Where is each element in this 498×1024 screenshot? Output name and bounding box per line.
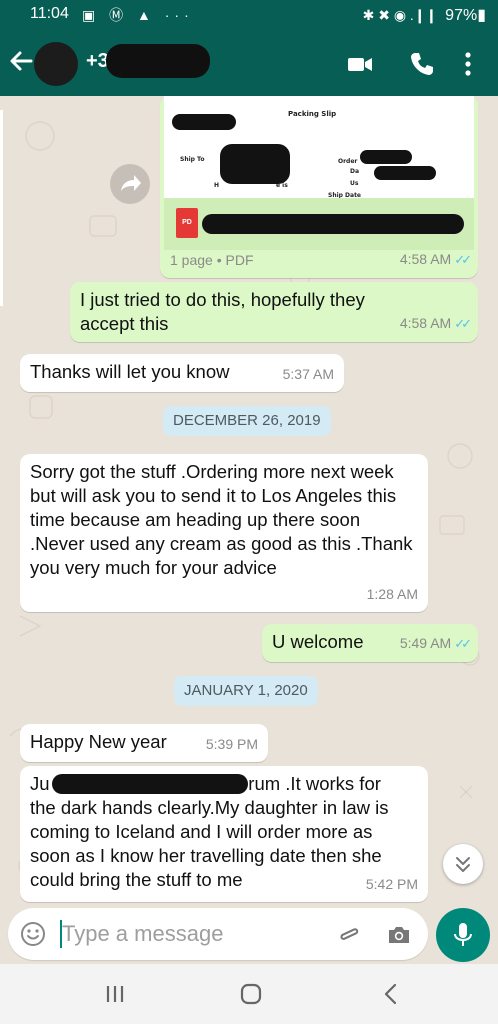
incoming-message[interactable]: Thanks will let you know 5:37 AM	[20, 354, 344, 392]
emoji-icon[interactable]	[20, 921, 46, 947]
outgoing-message[interactable]: U welcome 5:49 AM ✓✓	[262, 624, 478, 662]
message-text: Ju	[30, 773, 50, 794]
contact-avatar[interactable]	[34, 42, 78, 86]
message-meta: 4:58 AM ✓✓	[399, 247, 472, 272]
home-icon[interactable]	[236, 980, 266, 1008]
double-chevron-down-icon	[456, 857, 470, 872]
redaction-mark	[106, 44, 210, 78]
chat-area[interactable]: Packing Slip Ship To Order Da Us Ship Da…	[0, 96, 498, 906]
message-time: 5:39 PM	[205, 736, 258, 752]
message-time: 4:58 AM	[399, 251, 452, 267]
message-meta: 4:58 AM ✓✓	[399, 311, 472, 336]
message-text: U welcome	[272, 631, 364, 652]
redaction-mark	[52, 774, 248, 794]
pdf-label: Ship To	[180, 156, 205, 163]
incoming-message[interactable]: Sorry got the stuff .Ordering more next …	[20, 454, 428, 612]
text-cursor	[60, 920, 62, 948]
read-receipt-icon: ✓✓	[454, 316, 472, 331]
more-options-icon[interactable]	[458, 50, 478, 78]
pdf-file-bar[interactable]: PD	[164, 198, 474, 250]
chat-header: +3 51	[0, 30, 498, 96]
pdf-preview[interactable]: Packing Slip Ship To Order Da Us Ship Da…	[164, 96, 474, 198]
read-receipt-icon: ✓✓	[454, 636, 472, 651]
date-separator: JANUARY 1, 2020	[174, 676, 318, 706]
forward-arrow-icon	[121, 175, 141, 191]
status-bar: 11:04 ▣ Ⓜ ▲ ··· ✱ ✖ ◉ .❙❙ 97%▮	[0, 0, 498, 30]
message-text: the dark hands clearly.My daughter in la…	[30, 797, 389, 890]
system-navigation-bar	[0, 964, 498, 1024]
message-time: 4:58 AM	[399, 315, 452, 331]
pdf-message-bubble[interactable]: Packing Slip Ship To Order Da Us Ship Da…	[160, 96, 478, 278]
date-separator: DECEMBER 26, 2019	[163, 406, 331, 436]
video-call-icon[interactable]	[346, 50, 374, 78]
message-time: 5:42 PM	[365, 876, 418, 892]
back-nav-icon[interactable]	[376, 980, 406, 1008]
status-time: 11:04	[30, 5, 69, 22]
outgoing-message[interactable]: I just tried to do this, hopefully they …	[70, 282, 478, 342]
microphone-button[interactable]	[436, 908, 490, 962]
system-icons: ✱ ✖ ◉ .❙❙ 97%▮	[363, 5, 486, 25]
pdf-file-icon: PD	[176, 208, 198, 238]
message-text: Thanks will let you know	[30, 361, 230, 382]
incoming-message[interactable]: Ju erum .It works for the dark hands cle…	[20, 766, 428, 902]
battery-indicator: 97%▮	[445, 7, 486, 24]
phone-call-icon[interactable]	[408, 50, 436, 78]
pdf-file-info: 1 page • PDF	[170, 252, 254, 268]
read-receipt-icon: ✓✓	[454, 252, 472, 267]
forward-button[interactable]	[110, 164, 150, 204]
pdf-file-name-redacted	[202, 214, 464, 234]
message-text: Happy New year	[30, 731, 167, 752]
microphone-icon	[454, 923, 472, 946]
message-composer	[0, 906, 498, 964]
pdf-document-title: Packing Slip	[288, 110, 337, 118]
paperclip-icon[interactable]	[336, 922, 362, 948]
pdf-label: Ship Date	[328, 192, 361, 198]
message-meta: 5:49 AM ✓✓	[399, 631, 472, 656]
message-first-line: Ju erum .It works for	[30, 772, 414, 796]
pdf-label: H	[214, 182, 220, 189]
redaction-mark	[172, 114, 236, 130]
scroll-to-bottom-button[interactable]	[443, 844, 483, 884]
incoming-message[interactable]: Happy New year 5:39 PM	[20, 724, 268, 762]
notification-icons: ▣ Ⓜ ▲ ···	[82, 7, 194, 23]
message-text: Sorry got the stuff .Ordering more next …	[30, 461, 413, 578]
message-time: 5:37 AM	[282, 366, 334, 382]
message-input-box[interactable]	[8, 908, 428, 960]
scroll-indicator	[0, 110, 3, 306]
message-time: 5:49 AM	[399, 635, 452, 651]
camera-icon[interactable]	[386, 922, 412, 948]
redaction-mark	[220, 144, 290, 184]
message-text: erum .It works for	[238, 773, 381, 794]
back-arrow-icon[interactable]	[6, 46, 36, 76]
redaction-mark	[360, 150, 412, 164]
recent-apps-icon[interactable]	[100, 980, 130, 1008]
bluetooth-wifi-signal-icons: ✱ ✖ ◉ .❙❙	[362, 7, 438, 23]
redaction-mark	[374, 166, 436, 180]
message-input[interactable]	[60, 914, 320, 954]
message-time: 1:28 AM	[366, 586, 418, 602]
message-text: I just tried to do this, hopefully they …	[80, 289, 365, 334]
